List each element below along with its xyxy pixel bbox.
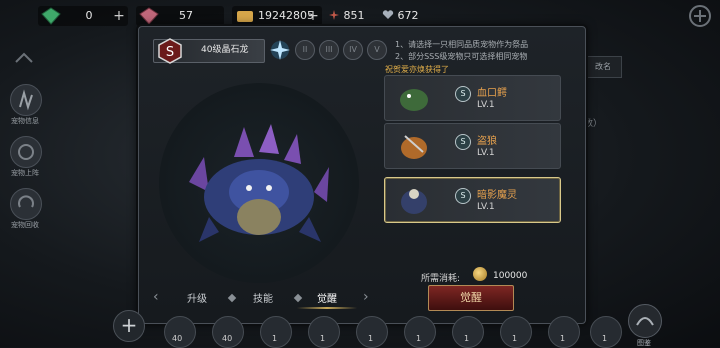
thief-wolf-image bbox=[401, 135, 427, 159]
candidate-name: 暗影魔灵 bbox=[477, 190, 517, 201]
stamina-value: 851 bbox=[343, 9, 365, 22]
add-gem-button[interactable]: + bbox=[112, 6, 126, 26]
roster-level: 1 bbox=[368, 334, 374, 343]
candidate-name: 盗狼 bbox=[477, 136, 497, 147]
candidate-level: LV.1 bbox=[477, 100, 495, 110]
crystal-counter: 57 bbox=[136, 6, 224, 26]
cost-label: 所需消耗: bbox=[421, 274, 461, 284]
coin-icon bbox=[473, 267, 487, 281]
awaken-star-icon bbox=[270, 40, 290, 60]
svg-text:S: S bbox=[166, 45, 174, 60]
crystal-dragon-image bbox=[189, 124, 329, 242]
fragment-text: 数） bbox=[584, 119, 603, 129]
candidate-level: LV.1 bbox=[477, 148, 495, 158]
sidebar-item-label: 宠物信息 bbox=[11, 117, 39, 125]
roster-slot[interactable] bbox=[260, 316, 292, 348]
candidate-level: LV.1 bbox=[477, 202, 495, 212]
sidebar-item-label: 宠物上阵 bbox=[11, 169, 39, 177]
roster-level: 1 bbox=[320, 334, 326, 343]
awaken-level-2: II bbox=[295, 40, 315, 60]
gem-value: 0 bbox=[85, 9, 93, 22]
rename-button[interactable]: 改名 bbox=[584, 56, 622, 78]
candidate-slot[interactable]: S 盗狼 LV.1 bbox=[384, 123, 561, 169]
roster-slot[interactable] bbox=[356, 316, 388, 348]
stamina-icon bbox=[329, 10, 339, 20]
sidebar: 宠物信息 宠物上阵 宠物回收 bbox=[0, 40, 48, 340]
roster-level: 1 bbox=[512, 334, 518, 343]
awaken-level-3: III bbox=[319, 40, 339, 60]
hearts-value: 672 bbox=[397, 9, 419, 22]
gold-value: 19242805 bbox=[258, 9, 314, 22]
roster-level: 1 bbox=[464, 334, 470, 343]
awaken-panel: S 40级晶石龙 II III IV V 1、请选择一只相同品质宠物作为祭品 2… bbox=[138, 26, 586, 324]
roster-level: 40 bbox=[222, 334, 233, 343]
grade-s-icon: S bbox=[158, 38, 182, 64]
awaken-level-5: V bbox=[367, 40, 387, 60]
heart-icon bbox=[382, 10, 394, 19]
roster-slot[interactable] bbox=[404, 316, 436, 348]
broadcast-text: 祝贺爱亦焕获得了 bbox=[385, 65, 449, 74]
awaken-level-4: IV bbox=[343, 40, 363, 60]
scroll-up-icon[interactable] bbox=[14, 52, 34, 64]
settings-ornament-icon[interactable] bbox=[660, 0, 720, 34]
codex-icon bbox=[636, 317, 654, 326]
beast-icon bbox=[18, 144, 34, 160]
gold-icon bbox=[237, 11, 253, 22]
roster-level: 1 bbox=[272, 334, 278, 343]
sidebar-item-label: 宠物回收 bbox=[11, 221, 39, 229]
add-gold-button[interactable]: + bbox=[306, 6, 320, 26]
hearts-counter: 672 bbox=[382, 6, 419, 26]
paw-icon bbox=[19, 89, 33, 111]
shadow-spirit-image bbox=[401, 189, 427, 214]
crystal-icon bbox=[139, 7, 159, 25]
roster-slot[interactable] bbox=[308, 316, 340, 348]
blood-croc-image bbox=[400, 89, 428, 111]
tip-line: 1、请选择一只相同品质宠物作为祭品 bbox=[395, 40, 529, 49]
sidebar-item-pet-deploy[interactable] bbox=[10, 136, 42, 168]
roster-slot[interactable] bbox=[164, 316, 196, 348]
tip-line: 2、部分SSS级宠物只可选择相同宠物 bbox=[395, 52, 528, 61]
roster-level: 1 bbox=[560, 334, 566, 343]
gem-counter: 0 + bbox=[38, 6, 128, 26]
roster-level: 40 bbox=[172, 334, 183, 343]
recycle-icon bbox=[18, 195, 34, 208]
roster-slot[interactable] bbox=[548, 316, 580, 348]
grade-s-icon: S bbox=[455, 134, 471, 150]
sidebar-item-pet-info[interactable] bbox=[10, 84, 42, 116]
sidebar-item-pet-recycle[interactable] bbox=[10, 188, 42, 220]
roster-slot[interactable] bbox=[590, 316, 622, 348]
pet-name: 40级晶石龙 bbox=[201, 45, 249, 55]
cost-value: 100000 bbox=[493, 271, 528, 281]
gold-counter: 19242805 + bbox=[232, 6, 322, 26]
roster-level: 1 bbox=[416, 334, 422, 343]
grade-s-icon: S bbox=[455, 86, 471, 102]
candidate-slot[interactable]: S 血口鳄 LV.1 bbox=[384, 75, 561, 121]
awaken-tips: 1、请选择一只相同品质宠物作为祭品 2、部分SSS级宠物只可选择相同宠物 bbox=[395, 39, 528, 63]
gem-icon bbox=[41, 7, 61, 25]
stamina-counter: 851 bbox=[328, 6, 365, 26]
pet-roster-bar: + 40 40 1 1 1 1 1 1 1 1 图鉴 bbox=[0, 302, 720, 348]
codex-button[interactable] bbox=[628, 304, 662, 338]
candidate-slot-selected[interactable]: S 暗影魔灵 LV.1 bbox=[384, 177, 561, 223]
candidate-name: 血口鳄 bbox=[477, 88, 507, 99]
crystal-value: 57 bbox=[179, 9, 193, 22]
roster-level: 1 bbox=[602, 334, 608, 343]
roster-slot[interactable] bbox=[452, 316, 484, 348]
add-pet-button[interactable]: + bbox=[113, 310, 145, 342]
grade-s-icon: S bbox=[455, 188, 471, 204]
tab-separator-icon bbox=[293, 293, 303, 303]
tab-separator-icon bbox=[227, 293, 237, 303]
roster-slot[interactable] bbox=[212, 316, 244, 348]
roster-slot[interactable] bbox=[500, 316, 532, 348]
